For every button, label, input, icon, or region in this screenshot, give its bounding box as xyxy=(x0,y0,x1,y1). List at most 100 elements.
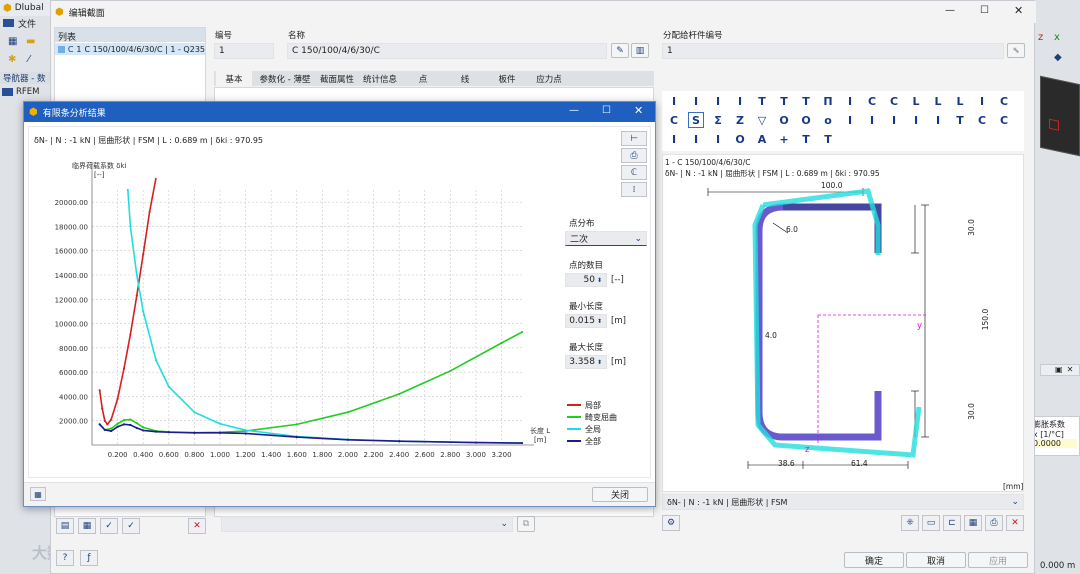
shape-type-icon[interactable]: S xyxy=(688,112,704,128)
help-icon[interactable]: ? xyxy=(56,550,74,566)
tab-lines[interactable]: 线 xyxy=(445,71,485,86)
shape-type-icon[interactable]: Z xyxy=(732,112,748,128)
tab-properties[interactable]: 截面属性 xyxy=(317,71,357,86)
view-cube[interactable] xyxy=(1040,75,1080,157)
shape-type-icon[interactable]: I xyxy=(930,112,946,128)
tab-plates[interactable]: 板件 xyxy=(487,71,527,86)
chart-print-icon[interactable]: ⎙ xyxy=(621,148,647,163)
settings-icon[interactable]: ⚙ xyxy=(662,515,680,531)
shape-type-icon[interactable]: I xyxy=(666,131,682,147)
stepper-icon[interactable]: ⬍ xyxy=(597,359,602,366)
shape-type-icon[interactable]: + xyxy=(776,131,792,147)
reset-icon[interactable]: ✕ xyxy=(1006,515,1024,531)
shape-type-icon[interactable]: C xyxy=(666,112,682,128)
new-icon[interactable]: ▦ xyxy=(8,36,17,47)
uncheck-icon[interactable]: ✓ xyxy=(122,518,140,534)
shape-type-icon[interactable]: I xyxy=(864,112,880,128)
shape-type-icon[interactable]: I xyxy=(974,93,990,109)
shape-type-icon[interactable]: I xyxy=(688,93,704,109)
shape-type-icon[interactable]: L xyxy=(930,93,946,109)
shape-type-icon[interactable]: T xyxy=(776,93,792,109)
shape-type-icon[interactable]: C xyxy=(974,112,990,128)
shape-type-icon[interactable]: O xyxy=(732,131,748,147)
frame-icon[interactable]: ▭ xyxy=(922,515,940,531)
shape-type-icon[interactable]: I xyxy=(666,93,682,109)
check-icon[interactable]: ✓ xyxy=(100,518,118,534)
shape-type-icon[interactable]: O xyxy=(798,112,814,128)
maximize-button[interactable]: ☐ xyxy=(980,5,989,16)
shape-type-icon[interactable]: Σ xyxy=(710,112,726,128)
print-icon[interactable]: ⎙ xyxy=(985,515,1003,531)
tab-parametric[interactable]: 参数化 - 薄壁 xyxy=(255,71,315,86)
tab-statistics[interactable]: 统计信息 xyxy=(360,71,400,86)
shape-type-icon[interactable]: L xyxy=(952,93,968,109)
dist-select[interactable]: 二次 ⌄ xyxy=(565,231,647,246)
open-folder-icon[interactable]: ▬ xyxy=(26,36,35,47)
name-field[interactable]: C 150/100/4/6/30/C xyxy=(287,43,607,59)
tab-basic[interactable]: 基本 xyxy=(216,71,252,86)
dialog-maximize-button[interactable]: ☐ xyxy=(602,105,611,116)
shape-type-icon[interactable]: C xyxy=(886,93,902,109)
comment-button[interactable]: ⧉ xyxy=(517,516,535,532)
wand-icon[interactable]: ⁄ xyxy=(28,54,30,65)
shape-type-icon[interactable]: I xyxy=(688,131,704,147)
shape-type-icon[interactable]: I xyxy=(842,93,858,109)
apply-button[interactable]: 应用 xyxy=(968,552,1028,568)
shape-type-icon[interactable]: ▽ xyxy=(754,112,770,128)
close-button[interactable]: 关闭 xyxy=(592,487,648,502)
navigator-rfem[interactable]: RFEM xyxy=(2,86,50,98)
library-button[interactable]: ▥ xyxy=(631,43,649,58)
ok-button[interactable]: 确定 xyxy=(844,552,904,568)
shape-type-icon[interactable]: C xyxy=(864,93,880,109)
tab-stress-points[interactable]: 应力点 xyxy=(529,71,569,86)
chart-axes-icon[interactable]: ⊢ xyxy=(621,131,647,146)
shape-type-icon[interactable]: C xyxy=(996,93,1012,109)
shape-type-icon[interactable]: I xyxy=(842,112,858,128)
close-window-button[interactable]: ✕ xyxy=(1014,4,1023,17)
star-icon[interactable]: ✱ xyxy=(8,54,16,65)
pick-member-button[interactable]: ⬉ xyxy=(1007,43,1025,58)
shape-type-icon[interactable]: o xyxy=(820,112,836,128)
view-cube-toggle-icon[interactable]: ◆ xyxy=(1054,52,1062,63)
shape-type-icon[interactable]: Π xyxy=(820,93,836,109)
comment-dropdown[interactable]: ⌄ xyxy=(221,516,513,532)
shape-type-icon[interactable]: A xyxy=(754,131,770,147)
dialog-close-icon[interactable]: ✕ xyxy=(634,104,643,117)
list-item[interactable]: C 1 C 150/100/4/6/30/C | 1 - Q235 xyxy=(55,43,205,55)
shape-type-icon[interactable]: T xyxy=(798,131,814,147)
copy-section-icon[interactable]: ▦ xyxy=(78,518,96,534)
chart-curve-icon[interactable]: ℂ xyxy=(621,165,647,180)
stepper-icon[interactable]: ⬍ xyxy=(597,318,602,325)
shape-type-icon[interactable]: C xyxy=(996,112,1012,128)
export-icon[interactable]: ▦ xyxy=(30,487,46,501)
dock-icon[interactable]: ▣ xyxy=(1055,365,1063,375)
minimize-button[interactable]: — xyxy=(945,5,955,16)
shape-type-icon[interactable]: I xyxy=(710,93,726,109)
shape-type-icon[interactable]: I xyxy=(886,112,902,128)
axis-z-icon[interactable]: z xyxy=(1038,32,1043,43)
shape-type-icon[interactable]: I xyxy=(908,112,924,128)
add-section-icon[interactable]: ▤ xyxy=(56,518,74,534)
stepper-icon[interactable]: ⬍ xyxy=(597,277,602,284)
shape-type-icon[interactable]: O xyxy=(776,112,792,128)
pin-icon[interactable]: ✕ xyxy=(1067,365,1074,375)
max-input[interactable]: 3.358 ⬍ xyxy=(565,355,607,369)
count-input[interactable]: 50 ⬍ xyxy=(565,273,607,287)
dims-icon[interactable]: ⊏ xyxy=(943,515,961,531)
preview-dropdown[interactable]: δN- | N : -1 kN | 屈曲形状 | FSM ⌄ xyxy=(662,494,1024,510)
shape-type-icon[interactable]: T xyxy=(798,93,814,109)
grid-icon[interactable]: ▦ xyxy=(964,515,982,531)
tab-points[interactable]: 点 xyxy=(403,71,443,86)
shape-type-icon[interactable]: I xyxy=(710,131,726,147)
min-input[interactable]: 0.015 ⬍ xyxy=(565,314,607,328)
shape-type-icon[interactable]: T xyxy=(754,93,770,109)
function-icon[interactable]: ƒ xyxy=(80,550,98,566)
delete-icon[interactable]: ✕ xyxy=(188,518,206,534)
shape-type-icon[interactable]: I xyxy=(732,93,748,109)
axis-x-icon[interactable]: x xyxy=(1054,32,1060,43)
dialog-minimize-button[interactable]: — xyxy=(569,105,579,116)
shape-type-icon[interactable]: T xyxy=(820,131,836,147)
edit-name-button[interactable]: ✎ xyxy=(611,43,629,58)
shape-type-icon[interactable]: T xyxy=(952,112,968,128)
axes-icon[interactable]: ⁜ xyxy=(901,515,919,531)
